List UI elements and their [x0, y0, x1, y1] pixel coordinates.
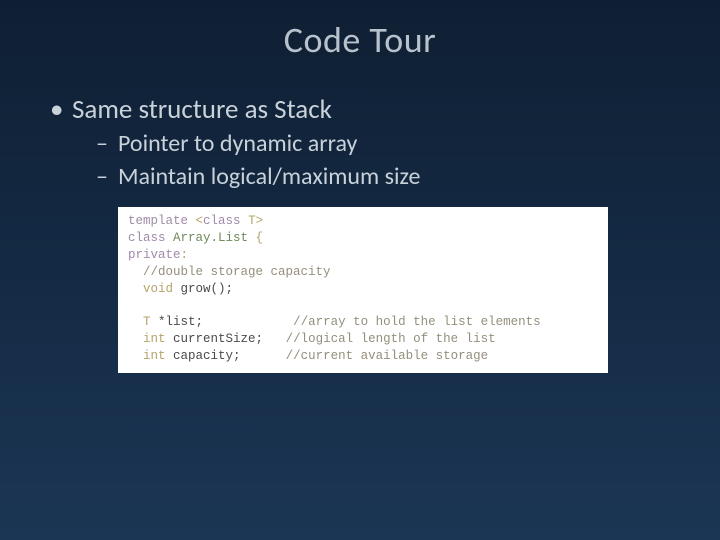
code-text: [128, 349, 143, 363]
code-text: [128, 299, 136, 313]
code-ident: capacity;: [166, 349, 241, 363]
code-ident: *list;: [151, 315, 204, 329]
code-type: void: [143, 282, 173, 296]
code-text: [241, 214, 249, 228]
code-line: T *list; //array to hold the list elemen…: [128, 314, 598, 331]
code-ident: grow();: [173, 282, 233, 296]
code-type: T: [143, 315, 151, 329]
code-line: class Array.List {: [128, 230, 598, 247]
bullet-level2: Pointer to dynamic array: [96, 128, 680, 160]
code-text: [241, 349, 286, 363]
code-comment: //current available storage: [286, 349, 489, 363]
code-line: int currentSize; //logical length of the…: [128, 331, 598, 348]
code-line: int capacity; //current available storag…: [128, 348, 598, 365]
code-punct: {: [248, 231, 263, 245]
code-text: [128, 282, 143, 296]
code-keyword: class: [128, 231, 166, 245]
slide-content: Same structure as Stack Pointer to dynam…: [0, 62, 720, 373]
code-text: [128, 332, 143, 346]
slide: Code Tour Same structure as Stack Pointe…: [0, 0, 720, 540]
code-block: template <class T> class Array.List { pr…: [118, 207, 608, 373]
bullet-level1: Same structure as Stack: [50, 92, 680, 128]
code-type: T: [248, 214, 256, 228]
code-line: template <class T>: [128, 213, 598, 230]
code-text: [263, 332, 286, 346]
code-comment: //array to hold the list elements: [293, 315, 541, 329]
code-text: [128, 315, 143, 329]
code-punct: >: [256, 214, 264, 228]
code-keyword: class: [203, 214, 241, 228]
code-keyword: private: [128, 248, 181, 262]
slide-title: Code Tour: [0, 0, 720, 62]
code-line: void grow();: [128, 281, 598, 298]
code-text: [166, 231, 174, 245]
code-text: [203, 315, 293, 329]
code-classname: Array.List: [173, 231, 248, 245]
code-type: int: [143, 332, 166, 346]
code-keyword: template: [128, 214, 188, 228]
bullet-level2: Maintain logical/maximum size: [96, 161, 680, 193]
code-comment: //logical length of the list: [286, 332, 496, 346]
code-punct: :: [181, 248, 189, 262]
code-comment: //double storage capacity: [128, 265, 331, 279]
code-ident: currentSize;: [166, 332, 264, 346]
code-line: //double storage capacity: [128, 264, 598, 281]
code-punct: <: [188, 214, 203, 228]
code-line: [128, 298, 598, 315]
code-type: int: [143, 349, 166, 363]
code-line: private:: [128, 247, 598, 264]
